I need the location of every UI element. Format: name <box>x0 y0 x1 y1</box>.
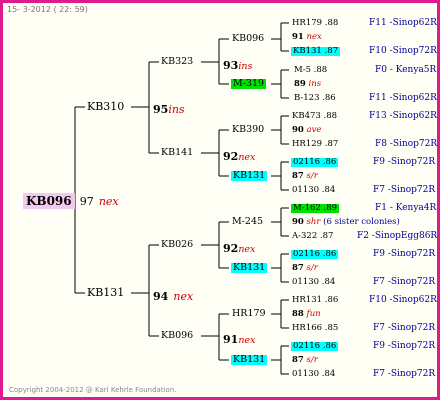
gen4-bottom-6[interactable]: 01130 .84 <box>292 278 335 287</box>
gen4-number-4: 87 <box>292 171 304 181</box>
gen3-id-6[interactable]: KB131 <box>231 263 268 273</box>
gen4-src-top-1: F11 -Sinop62R <box>369 18 437 28</box>
gen4-number-7: 88 <box>292 309 304 319</box>
gen4-top-8[interactable]: 02116 .86 <box>291 342 339 351</box>
gen4-src-bottom-1: F10 -Sinop72R <box>369 46 437 56</box>
root-tag: nex <box>98 195 119 208</box>
gen4-mid-8: 87 s/r <box>292 356 318 365</box>
gen4-note-5: (6 sister colonies) <box>323 217 400 227</box>
gen1-sire-number: 95 <box>153 103 169 116</box>
gen4-mid-5: 90 shr (6 sister colonies) <box>292 218 400 227</box>
gen3-id-1[interactable]: KB096 <box>232 34 264 44</box>
gen2-number-1: 93 <box>223 59 239 72</box>
gen4-mid-7: 88 fun <box>292 310 321 319</box>
gen2-meta-1: 93ins <box>223 56 252 72</box>
gen4-bottom-4[interactable]: 01130 .84 <box>292 186 335 195</box>
gen2-tag-1: ins <box>238 61 253 72</box>
gen1-sire-id[interactable]: KB310 <box>87 101 124 112</box>
gen3-id-4[interactable]: KB131 <box>231 171 268 181</box>
gen4-number-1: 91 <box>292 32 304 42</box>
gen4-number-5: 90 <box>292 217 304 227</box>
gen1-dam-tag: nex <box>173 290 194 303</box>
gen4-src-top-8: F9 -Sinop72R <box>373 341 436 351</box>
gen4-src-bottom-8: F7 -Sinop72R <box>373 369 436 379</box>
gen4-top-3[interactable]: KB473 .88 <box>292 112 337 121</box>
gen4-src-top-5: F1 - Kenya4R <box>375 203 437 213</box>
gen4-mid-1: 91 nex <box>292 33 322 42</box>
gen4-mid-4: 87 s/r <box>292 172 318 181</box>
gen4-top-2[interactable]: M-5 .88 <box>294 66 327 75</box>
gen2-id-3[interactable]: KB026 <box>161 240 193 250</box>
gen3-id-8[interactable]: KB131 <box>231 355 268 365</box>
gen4-mid-3: 90 ave <box>292 126 321 135</box>
report-date: 15- 3-2012 ( 22: 59) <box>7 5 88 14</box>
gen2-meta-2: 92nex <box>223 147 255 163</box>
gen4-number-3: 90 <box>292 125 304 135</box>
gen2-tag-4: nex <box>238 335 256 346</box>
copyright: Copyright 2004-2012 @ Karl Kehrle Founda… <box>9 386 177 394</box>
gen4-tag-7: fun <box>306 309 321 319</box>
gen4-number-2: 89 <box>294 79 306 89</box>
gen2-number-4: 91 <box>223 333 239 346</box>
gen4-mid-2: 89 ins <box>294 80 321 89</box>
gen4-top-5[interactable]: M-162 .89 <box>291 204 340 213</box>
gen4-src-top-7: F10 -Sinop62R <box>369 295 437 305</box>
gen1-sire-meta: 95ins <box>153 100 185 116</box>
gen4-src-bottom-3: F8 -Sinop72R <box>375 139 438 149</box>
gen4-tag-6: s/r <box>306 263 318 273</box>
gen4-src-top-2: F0 - Kenya5R <box>375 65 437 75</box>
gen4-bottom-7[interactable]: HR166 .85 <box>292 324 338 333</box>
gen4-tag-3: ave <box>306 125 322 135</box>
gen4-bottom-5[interactable]: A-322 .87 <box>292 232 333 241</box>
gen4-tag-4: s/r <box>306 171 318 181</box>
gen4-src-top-3: F13 -Sinop62R <box>369 111 437 121</box>
gen2-id-4[interactable]: KB096 <box>161 331 193 341</box>
gen1-dam-number: 94 <box>153 290 169 303</box>
gen4-top-6[interactable]: 02116 .86 <box>291 250 339 259</box>
gen1-dam-id[interactable]: KB131 <box>87 287 124 298</box>
gen4-top-7[interactable]: HR131 .86 <box>292 296 338 305</box>
gen4-tag-2: ins <box>308 79 322 89</box>
gen1-dam-meta: 94 nex <box>153 287 193 303</box>
gen4-src-bottom-2: F11 -Sinop62R <box>369 93 437 103</box>
pedigree-frame: 15- 3-2012 ( 22: 59) KB096 97 nex KB310 … <box>0 0 440 400</box>
gen4-bottom-8[interactable]: 01130 .84 <box>292 370 335 379</box>
root-number: 97 <box>79 195 94 208</box>
gen4-src-bottom-7: F7 -Sinop72R <box>373 323 436 333</box>
gen4-tag-8: s/r <box>306 355 318 365</box>
gen2-tag-2: nex <box>238 152 256 163</box>
gen2-meta-4: 91nex <box>223 330 255 346</box>
gen3-id-5[interactable]: M-245 <box>232 217 263 227</box>
gen4-mid-6: 87 s/r <box>292 264 318 273</box>
gen4-top-1[interactable]: HR179 .88 <box>292 19 338 28</box>
gen4-tag-1: nex <box>306 32 322 42</box>
gen3-id-7[interactable]: HR179 <box>232 309 266 319</box>
gen2-id-2[interactable]: KB141 <box>161 148 193 158</box>
gen4-src-bottom-5: F2 -SinopEgg86R <box>357 231 438 241</box>
root-queen[interactable]: KB096 97 nex <box>23 192 119 209</box>
gen2-meta-3: 92nex <box>223 239 255 255</box>
gen2-id-1[interactable]: KB323 <box>161 57 193 67</box>
gen4-src-bottom-4: F7 -Sinop72R <box>373 185 436 195</box>
gen2-tag-3: nex <box>238 244 256 255</box>
gen2-number-2: 92 <box>223 150 239 163</box>
gen4-number-8: 87 <box>292 355 304 365</box>
gen4-src-top-4: F9 -Sinop72R <box>373 157 436 167</box>
gen4-src-top-6: F9 -Sinop72R <box>373 249 436 259</box>
gen3-id-2[interactable]: M-319 <box>231 79 267 89</box>
gen4-src-bottom-6: F7 -Sinop72R <box>373 277 436 287</box>
gen4-bottom-2[interactable]: B-123 .86 <box>294 94 336 103</box>
gen4-bottom-3[interactable]: HR129 .87 <box>292 140 338 149</box>
gen2-number-3: 92 <box>223 242 239 255</box>
root-id: KB096 <box>23 193 75 209</box>
gen4-number-6: 87 <box>292 263 304 273</box>
gen4-tag-5: shr <box>306 217 321 227</box>
gen4-bottom-1[interactable]: KB131 .87 <box>291 47 341 56</box>
gen3-id-3[interactable]: KB390 <box>232 125 264 135</box>
gen4-top-4[interactable]: 02116 .86 <box>291 158 339 167</box>
gen1-sire-tag: ins <box>168 103 185 116</box>
